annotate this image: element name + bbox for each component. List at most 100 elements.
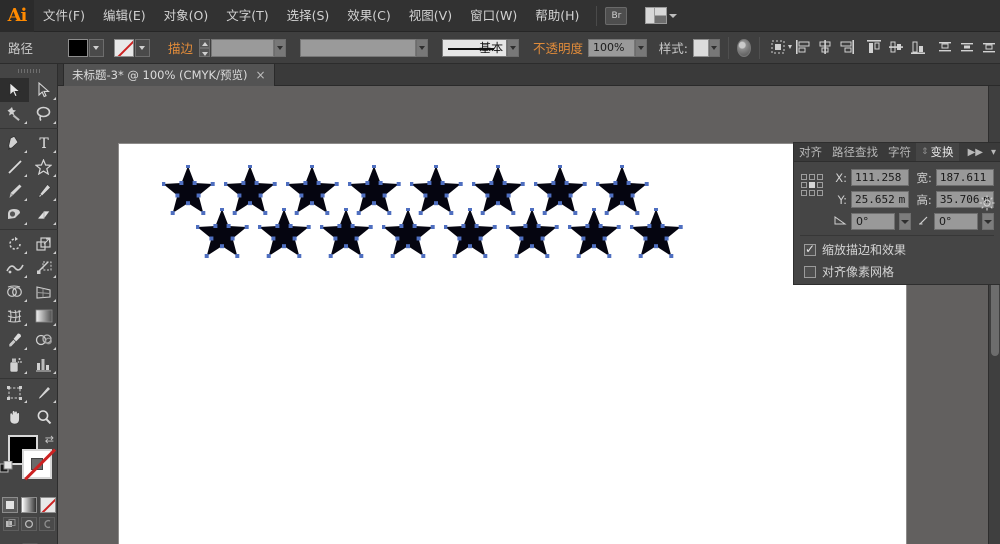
selection-tool[interactable] [0, 78, 29, 102]
ref-point-bl[interactable] [801, 190, 807, 196]
document-tab[interactable]: 未标题-3* @ 100% (CMYK/预览) × [63, 64, 275, 86]
magic-wand-tool[interactable] [0, 102, 29, 126]
menu-file[interactable]: 文件(F) [34, 0, 94, 32]
stroke-weight-input[interactable] [210, 38, 274, 57]
go-to-bridge-icon[interactable]: Br [605, 6, 628, 25]
fill-dropdown-icon[interactable] [88, 38, 104, 57]
mesh-tool[interactable] [0, 304, 29, 328]
star-shape[interactable] [320, 208, 378, 266]
width-input[interactable]: 187.611 [935, 169, 995, 186]
direct-selection-tool[interactable] [29, 78, 58, 102]
stroke-profile-input[interactable] [299, 38, 416, 57]
column-graph-tool[interactable] [29, 352, 58, 376]
menu-object[interactable]: 对象(O) [155, 0, 218, 32]
fill-swatch[interactable] [67, 38, 88, 57]
shape-builder-tool[interactable] [0, 280, 29, 304]
panel-tab-pathfinder[interactable]: 路径查找 [827, 143, 883, 161]
pen-tool[interactable] [0, 131, 29, 155]
stroke-dropdown-icon[interactable] [134, 38, 150, 57]
star-shape[interactable] [196, 208, 254, 266]
shear-dropdown-icon[interactable] [982, 213, 994, 230]
menu-edit[interactable]: 编辑(E) [94, 0, 155, 32]
workspace-switcher[interactable] [645, 7, 678, 24]
ref-point-mr[interactable] [817, 182, 823, 188]
menu-effect[interactable]: 效果(C) [338, 0, 399, 32]
graphic-style-swatch[interactable] [692, 38, 709, 57]
ref-point-br[interactable] [817, 190, 823, 196]
star-shape[interactable] [444, 208, 502, 266]
symbol-sprayer-tool[interactable] [0, 352, 29, 376]
zoom-tool[interactable] [29, 405, 58, 429]
brush-dropdown-icon[interactable] [507, 38, 519, 57]
eyedropper-tool[interactable] [0, 328, 29, 352]
ref-point-bc[interactable] [809, 190, 815, 196]
x-input[interactable]: 111.258 [851, 169, 910, 186]
panel-tab-transform[interactable]: ⇕ 变换 [916, 143, 959, 161]
star-tool[interactable] [29, 155, 58, 179]
artboard-tool[interactable] [0, 381, 29, 405]
color-mode-gradient-icon[interactable] [20, 497, 37, 513]
stroke-swatch-none[interactable] [113, 38, 134, 57]
menu-view[interactable]: 视图(V) [400, 0, 461, 32]
panel-menu-icon[interactable]: ▾ [987, 143, 1000, 161]
scale-tool[interactable] [29, 232, 58, 256]
hand-tool[interactable] [0, 405, 29, 429]
distribute-vertical-center-icon[interactable] [959, 39, 975, 57]
scale-strokes-checkbox[interactable] [804, 242, 816, 256]
align-pixel-grid-row[interactable]: 对齐像素网格 [804, 263, 994, 280]
align-bottom-icon[interactable] [910, 39, 926, 57]
align-to-selection-icon[interactable] [771, 39, 793, 57]
stroke-color-control[interactable] [113, 38, 150, 57]
ref-point-tc[interactable] [809, 174, 815, 180]
tools-panel-grip[interactable] [0, 64, 57, 78]
star-shape[interactable] [382, 208, 440, 266]
default-fill-stroke-icon[interactable] [0, 460, 13, 474]
close-icon[interactable]: × [255, 68, 265, 82]
panel-collapse-icon[interactable]: ▶▶ [964, 143, 987, 161]
brush-definition-box[interactable]: 基本 [441, 38, 508, 57]
stroke-weight-stepper[interactable] [198, 38, 210, 57]
scale-strokes-row[interactable]: 缩放描边和效果 [804, 241, 994, 258]
line-segment-tool[interactable] [0, 155, 29, 179]
align-left-icon[interactable] [795, 39, 811, 57]
gradient-tool[interactable] [29, 304, 58, 328]
lasso-tool[interactable] [29, 102, 58, 126]
align-horizontal-center-icon[interactable] [817, 39, 833, 57]
star-shape[interactable] [568, 208, 626, 266]
menu-help[interactable]: 帮助(H) [526, 0, 588, 32]
align-top-icon[interactable] [866, 39, 882, 57]
color-mode-solid-icon[interactable] [1, 497, 18, 513]
align-pixel-grid-checkbox[interactable] [804, 265, 816, 278]
panel-tab-character[interactable]: 字符 [883, 143, 916, 161]
constrain-proportions-icon[interactable] [978, 194, 996, 212]
ref-point-ml[interactable] [801, 182, 807, 188]
star-shape[interactable] [258, 208, 316, 266]
opacity-input[interactable]: 100% [588, 38, 635, 57]
stroke-weight-dropdown-icon[interactable] [273, 38, 286, 57]
transparency-icon[interactable] [737, 38, 752, 57]
color-mode-none-icon[interactable] [39, 497, 56, 513]
draw-behind-icon[interactable] [20, 517, 37, 531]
menu-select[interactable]: 选择(S) [278, 0, 339, 32]
eraser-tool[interactable] [29, 203, 58, 227]
panel-tab-align[interactable]: 对齐 [794, 143, 827, 161]
perspective-grid-tool[interactable] [29, 280, 58, 304]
paintbrush-tool[interactable] [0, 179, 29, 203]
opacity-label[interactable]: 不透明度 [533, 38, 583, 57]
reference-point-selector[interactable] [801, 174, 823, 196]
menu-type[interactable]: 文字(T) [217, 0, 277, 32]
blend-tool[interactable] [29, 328, 58, 352]
draw-inside-icon[interactable] [38, 517, 55, 531]
menu-window[interactable]: 窗口(W) [461, 0, 526, 32]
blob-brush-tool[interactable] [0, 203, 29, 227]
opacity-dropdown-icon[interactable] [634, 38, 647, 57]
align-vertical-center-icon[interactable] [888, 39, 904, 57]
swap-fill-stroke-icon[interactable]: ⇄ [45, 433, 54, 446]
artboard[interactable] [119, 144, 906, 544]
ref-point-tr[interactable] [817, 174, 823, 180]
stroke-weight-label[interactable]: 描边 [168, 38, 193, 57]
slice-tool[interactable] [29, 381, 58, 405]
pencil-tool[interactable] [29, 179, 58, 203]
draw-normal-icon[interactable] [2, 517, 19, 531]
distribute-bottom-icon[interactable] [981, 39, 997, 57]
